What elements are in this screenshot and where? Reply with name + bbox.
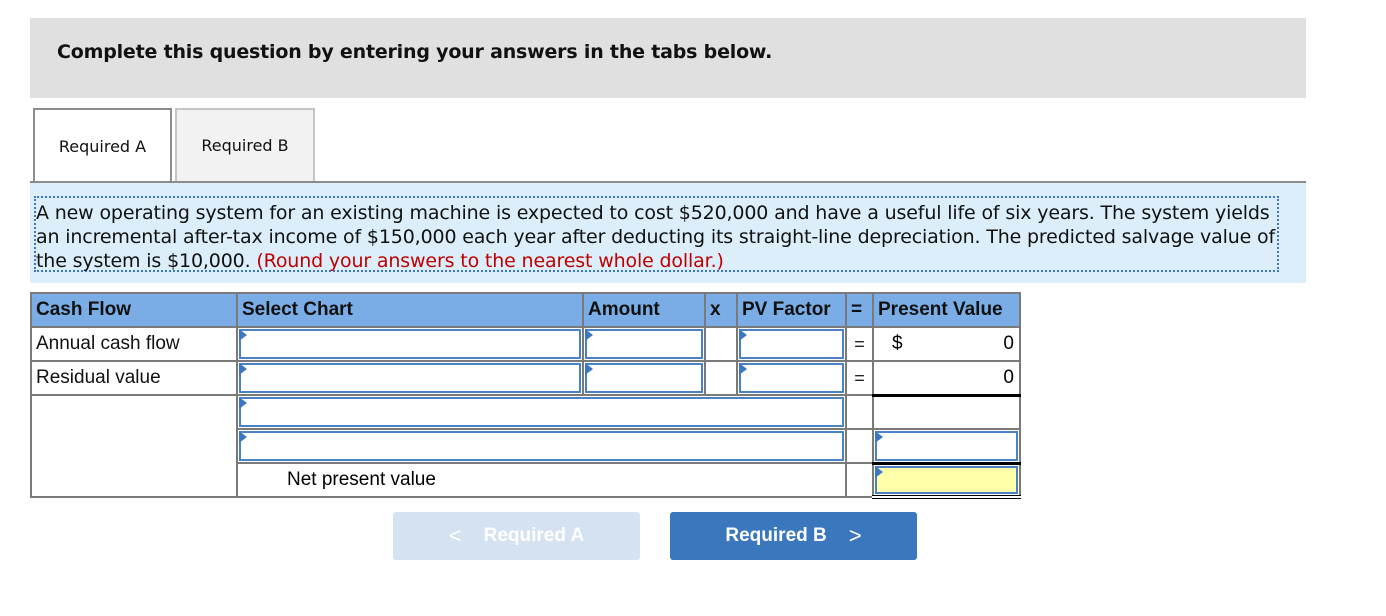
prev-button-label: Required A [483,525,585,546]
chevron-left-icon: < [448,523,462,548]
row-label-annual-cash-flow: Annual cash flow [30,326,238,362]
dropdown-marker-icon [239,431,247,443]
amount-input[interactable] [584,362,704,394]
blank-eq-cell [845,394,874,430]
row-label-residual-value: Residual value [30,360,238,396]
blank-label-cell [30,394,238,498]
present-value-cell: 0 [872,360,1021,397]
npv-table: Cash Flow Select Chart Amount x PV Facto… [30,292,1021,499]
dropdown-marker-icon [239,329,247,341]
currency-symbol: $ [892,333,903,354]
dropdown-marker-icon [239,363,247,375]
pv-factor-input[interactable] [738,362,845,394]
extra-pv-input[interactable] [874,430,1019,462]
header-select-chart: Select Chart [236,292,584,328]
header-cash-flow: Cash Flow [30,292,238,328]
dropdown-marker-icon [739,363,747,375]
tab-required-b[interactable]: Required B [175,108,315,181]
dropdown-marker-icon [585,363,593,375]
extra-input-2[interactable] [238,430,845,462]
blank-pv-cell [872,394,1021,430]
times-cell [704,360,738,396]
blank-eq-cell [845,428,874,464]
table-row [30,394,1021,498]
equals-sign: = [845,360,874,396]
tab-required-a[interactable]: Required A [33,108,172,182]
pv-factor-input[interactable] [738,328,845,360]
next-required-b-button[interactable]: Required B > [670,512,917,560]
npv-input[interactable] [874,465,1019,496]
present-value: 0 [1003,367,1014,388]
instructions-text: Complete this question by entering your … [57,41,773,63]
problem-panel: A new operating system for an existing m… [30,181,1306,283]
amount-input[interactable] [584,328,704,360]
next-button-label: Required B [725,525,827,546]
table-row: Annual cash flow = $0 [30,326,1021,362]
npv-label: Net present value [236,462,847,498]
times-cell [704,326,738,362]
instructions-banner: Complete this question by entering your … [30,18,1306,98]
dropdown-marker-icon [875,431,883,443]
dropdown-marker-icon [739,329,747,341]
header-pv-factor: PV Factor [736,292,847,328]
header-times: x [704,292,738,328]
problem-statement: A new operating system for an existing m… [34,196,1279,272]
header-amount: Amount [582,292,706,328]
extra-input-1[interactable] [238,396,845,428]
dropdown-marker-icon [585,329,593,341]
dropdown-marker-icon [239,397,247,409]
chevron-right-icon: > [848,523,862,548]
rounding-note: (Round your answers to the nearest whole… [256,250,724,272]
dropdown-marker-icon [875,465,883,478]
select-chart-input[interactable] [238,328,582,360]
table-header-row: Cash Flow Select Chart Amount x PV Facto… [30,292,1021,328]
equals-sign: = [845,326,874,362]
prev-required-a-button[interactable]: < Required A [393,512,640,560]
select-chart-input[interactable] [238,362,582,394]
present-value-cell: $0 [872,326,1021,362]
header-present-value: Present Value [872,292,1021,328]
present-value: 0 [1003,333,1014,354]
table-row: Residual value = 0 [30,360,1021,397]
header-equals: = [845,292,874,328]
blank-eq-cell [845,462,874,498]
